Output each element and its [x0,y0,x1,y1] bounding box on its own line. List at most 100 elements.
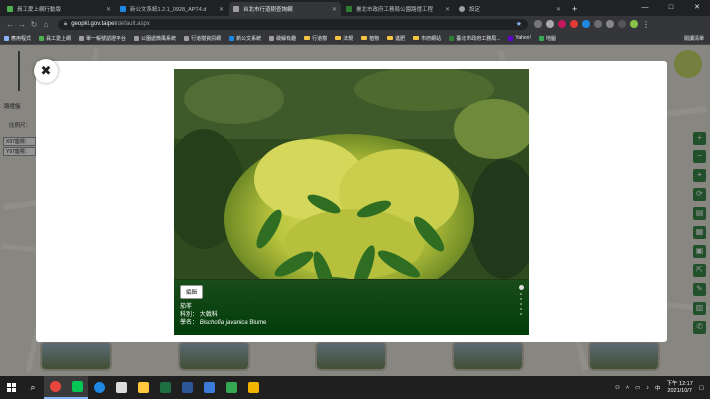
bookmark-folder[interactable]: 植物 [361,35,379,42]
folder-icon [335,36,342,40]
profile-avatar[interactable] [630,20,638,28]
carousel-dot[interactable] [520,303,522,305]
extension-icon[interactable] [594,20,602,28]
bookmark-label: 單一帳號認證平台 [86,35,127,42]
carousel-dot[interactable] [520,298,522,300]
notification-icon[interactable]: ▢ [699,385,704,391]
edit-button[interactable]: 編輯 [180,285,204,299]
address-bar[interactable]: 🔒︎ geopkl.gov.taipei /default.aspx ★ [58,18,528,30]
tab-favicon [120,6,126,12]
menu-icon[interactable]: ⋮ [642,20,650,29]
bookmark-folder[interactable]: 市府網站 [413,35,441,42]
windows-taskbar: ⌕ ⚇ ˄ ▭ ♪ 中 下午 12:17 2021/10/7 ▢ [0,376,710,399]
taskbar-line[interactable] [66,376,88,399]
clock[interactable]: 下午 12:17 2021/10/7 [667,381,693,395]
taskbar-ie[interactable] [88,376,110,399]
extension-icon[interactable] [558,20,566,28]
bookmark-item[interactable]: 行道樹資訊網 [184,35,221,42]
extension-icon[interactable] [582,20,590,28]
common-name: 茄苳 [180,304,193,310]
site-icon [184,35,190,41]
taskbar-search[interactable]: ⌕ [22,376,44,399]
taskbar-app[interactable] [110,376,132,399]
bookmark-item[interactable]: 新公文系統 [229,35,261,42]
bookmark-item[interactable]: 員工愛上網 [39,35,71,42]
site-icon [269,35,275,41]
taskbar-explorer[interactable] [132,376,154,399]
family-label: 科別： [180,312,199,318]
bookmark-item[interactable]: 地圖 [538,35,556,42]
bookmark-item[interactable]: 公園處微風系統 [134,35,176,42]
chevron-up-icon[interactable]: ˄ [626,385,629,391]
apps-icon [4,35,9,41]
bookmark-folder[interactable]: 行道樹 [304,35,327,42]
tab-strip: 員工愛上網行動版 ✕ 新公文系統1.2.1_0928_APT4.d ✕ 台北市行… [0,0,710,16]
taskbar-chrome[interactable] [44,376,66,399]
taskbar-app[interactable] [198,376,220,399]
tab-favicon [346,6,352,12]
close-tab-icon[interactable]: ✕ [106,6,111,13]
taskbar-word[interactable] [176,376,198,399]
back-icon[interactable]: ← [4,20,16,29]
browser-tab[interactable]: 新公文系統1.2.1_0928_APT4.d ✕ [116,2,228,16]
search-icon: ⌕ [30,382,36,392]
browser-toolbar: ← → ↻ ⌂ 🔒︎ geopkl.gov.taipei /default.as… [0,16,710,32]
photo-caption: 編輯 茄苳 科別： 大戟科 學名： Bischofia javanica Blu… [174,280,529,335]
bookmark-label: 行道樹資訊網 [191,35,222,42]
browser-tab-active[interactable]: 台北市行道樹查詢網 ✕ [229,2,341,16]
site-icon [229,35,235,41]
close-modal-button[interactable]: ✖ [34,59,58,83]
start-button[interactable] [0,376,22,399]
carousel-dot[interactable] [520,293,522,295]
browser-tab[interactable]: 設定 ✕ [455,2,565,16]
browser-tab[interactable]: 臺北市政府工務局公園路燈工程 ✕ [342,2,454,16]
network-icon[interactable]: ▭ [635,385,640,391]
bookmark-label: 進肥 [395,35,406,42]
volume-icon[interactable]: ♪ [646,385,649,391]
bookmark-item[interactable]: 單一帳號認證平台 [79,35,126,42]
reading-list-button[interactable]: 閱讀清單 [684,35,710,42]
extension-icon[interactable] [546,20,554,28]
close-window-button[interactable]: ✕ [684,0,710,16]
yahoo-icon [508,35,514,41]
carousel-indicators [519,285,524,315]
browser-tab[interactable]: 員工愛上網行動版 ✕ [3,2,115,16]
close-tab-icon[interactable]: ✕ [556,6,561,13]
close-tab-icon[interactable]: ✕ [219,6,224,13]
taskbar-app[interactable] [220,376,242,399]
bookmark-label: 臺北市政府工務局... [456,35,501,42]
close-tab-icon[interactable]: ✕ [332,6,337,13]
bookmark-label: 公園處微風系統 [141,35,177,42]
carousel-dot-active[interactable] [519,285,524,290]
close-tab-icon[interactable]: ✕ [445,6,450,13]
bookmark-label: 員工愛上網 [46,35,72,42]
bookmark-item[interactable]: 臺北市政府工務局... [449,35,500,42]
maximize-button[interactable]: □ [658,0,684,16]
bookmark-folder[interactable]: 進肥 [387,35,405,42]
people-icon[interactable]: ⚇ [615,385,620,391]
reload-icon[interactable]: ↻ [28,20,40,29]
new-tab-button[interactable]: + [566,2,583,16]
taskbar-app[interactable] [242,376,264,399]
home-icon[interactable]: ⌂ [40,20,52,29]
extension-icon[interactable] [534,20,542,28]
carousel-dot[interactable] [520,308,522,310]
carousel-dot[interactable] [520,313,522,315]
bookmark-item[interactable]: Yahoo! [508,35,531,41]
folder-icon [137,382,149,393]
extension-icon[interactable] [570,20,578,28]
bookmark-item[interactable]: 破解有趣 [269,35,296,42]
minimize-button[interactable]: — [632,0,658,16]
extension-icon[interactable] [618,20,626,28]
folder-icon [413,36,420,40]
gear-icon [459,6,465,12]
bookmark-label: 法規 [343,35,354,42]
extension-icon[interactable] [606,20,614,28]
bookmark-folder[interactable]: 法規 [335,35,353,42]
bookmark-star-icon[interactable]: ★ [516,20,522,28]
ime-icon[interactable]: 中 [655,384,661,392]
forward-icon[interactable]: → [16,20,28,29]
taskbar-excel[interactable] [154,376,176,399]
window-controls: — □ ✕ [632,0,710,16]
bookmark-item[interactable]: 應用程式 [4,35,31,42]
